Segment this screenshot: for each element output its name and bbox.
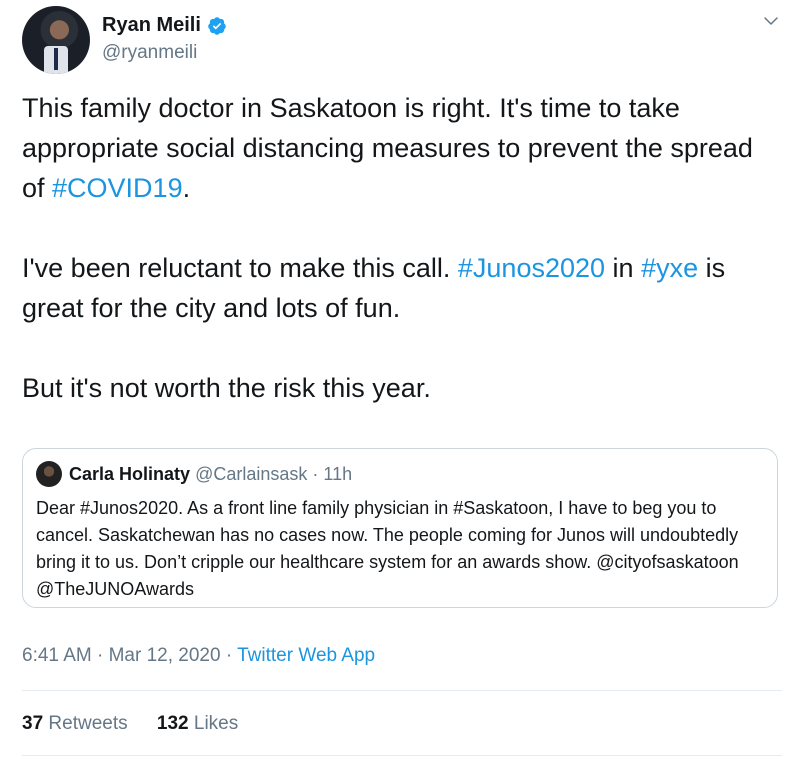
tweet-timestamp-row: 6:41 AM · Mar 12, 2020 · Twitter Web App: [22, 645, 375, 667]
tweet-text-segment: .: [182, 173, 191, 203]
tweet-text-segment: in: [605, 253, 642, 283]
tweet-paragraph: I've been reluctant to make this call. #…: [22, 248, 782, 328]
engagement-stats: 37 Retweets 132 Likes: [22, 713, 262, 735]
hashtag-link[interactable]: #yxe: [641, 253, 698, 283]
quoted-separator: ·: [312, 464, 319, 484]
chevron-down-icon[interactable]: [762, 12, 780, 30]
tweet-paragraph: But it's not worth the risk this year.: [22, 368, 782, 408]
tweet-card: Ryan Meili @ryanmeili This family doctor…: [0, 0, 800, 759]
tweet-text-segment: But it's not worth the risk this year.: [22, 373, 431, 403]
likes-count: 132: [156, 713, 189, 734]
tweet-paragraph: This family doctor in Saskatoon is right…: [22, 88, 782, 208]
tweet-source-link[interactable]: Twitter Web App: [237, 645, 375, 666]
quoted-author-name[interactable]: Carla Holinaty: [69, 464, 190, 484]
hashtag-link[interactable]: #Junos2020: [458, 253, 605, 283]
avatar-tie: [54, 48, 58, 70]
timestamp-separator: ·: [97, 645, 104, 666]
quoted-tweet-text: Dear #Junos2020. As a front line family …: [36, 498, 739, 599]
source-separator: ·: [225, 645, 233, 666]
retweets-stat[interactable]: 37 Retweets: [22, 713, 128, 734]
author-name-row[interactable]: Ryan Meili: [102, 14, 227, 37]
quoted-author-handle[interactable]: @Carlainsask: [195, 464, 307, 484]
tweet-time[interactable]: 6:41 AM: [22, 645, 92, 666]
author-display-name[interactable]: Ryan Meili: [102, 14, 201, 37]
divider-bottom: [22, 755, 782, 756]
tweet-text: This family doctor in Saskatoon is right…: [22, 88, 782, 408]
author-avatar[interactable]: [22, 6, 90, 74]
quoted-timestamp[interactable]: 11h: [323, 464, 352, 484]
tweet-date[interactable]: Mar 12, 2020: [109, 645, 221, 666]
quoted-tweet-header: Carla Holinaty @Carlainsask · 11h: [69, 461, 352, 487]
likes-label: Likes: [193, 713, 239, 734]
quoted-tweet[interactable]: Carla Holinaty @Carlainsask · 11h Dear #…: [22, 448, 778, 608]
verified-badge-icon: [208, 16, 226, 35]
author-handle[interactable]: @ryanmeili: [102, 42, 197, 64]
quoted-author-avatar[interactable]: [36, 461, 62, 487]
divider-top: [22, 690, 782, 691]
retweets-count: 37: [22, 713, 44, 734]
hashtag-link[interactable]: #COVID19: [52, 173, 183, 203]
likes-stat[interactable]: 132 Likes: [157, 713, 238, 734]
retweets-label: Retweets: [48, 713, 128, 734]
tweet-text-segment: I've been reluctant to make this call.: [22, 253, 458, 283]
